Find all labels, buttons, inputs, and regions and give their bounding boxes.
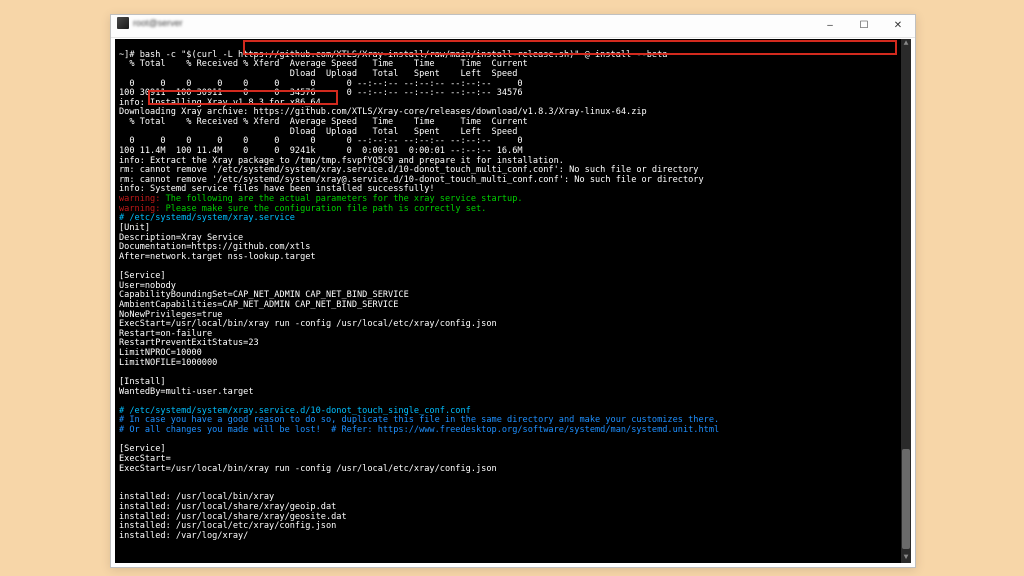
title-bar: root@server – ☐ ✕ (111, 15, 915, 38)
install-info: Installing Xray v1.8.3 for x86_64 (150, 98, 321, 108)
scroll-down-icon[interactable]: ▼ (901, 553, 911, 563)
scroll-thumb[interactable] (902, 449, 910, 549)
warning-label: warning: (119, 194, 160, 204)
window-title: root@server (133, 18, 183, 28)
minimize-button[interactable]: – (813, 15, 847, 37)
maximize-button[interactable]: ☐ (847, 15, 881, 37)
scroll-up-icon[interactable]: ▲ (901, 39, 911, 49)
command-line: bash -c "$(curl -L https://github.com/XT… (140, 50, 668, 60)
scrollbar[interactable]: ▲ ▼ (901, 39, 911, 563)
shell-prompt: ~]# (119, 50, 140, 60)
terminal-window: root@server – ☐ ✕ ~]# bash -c "$(curl -L… (110, 14, 916, 568)
service-path: # /etc/systemd/system/xray.service (119, 213, 295, 223)
terminal-output: ~]# bash -c "$(curl -L https://github.co… (119, 51, 907, 542)
close-button[interactable]: ✕ (881, 15, 915, 37)
terminal-area[interactable]: ~]# bash -c "$(curl -L https://github.co… (115, 39, 911, 563)
service-path: # /etc/systemd/system/xray.service.d/10-… (119, 406, 471, 416)
app-icon (117, 17, 129, 29)
